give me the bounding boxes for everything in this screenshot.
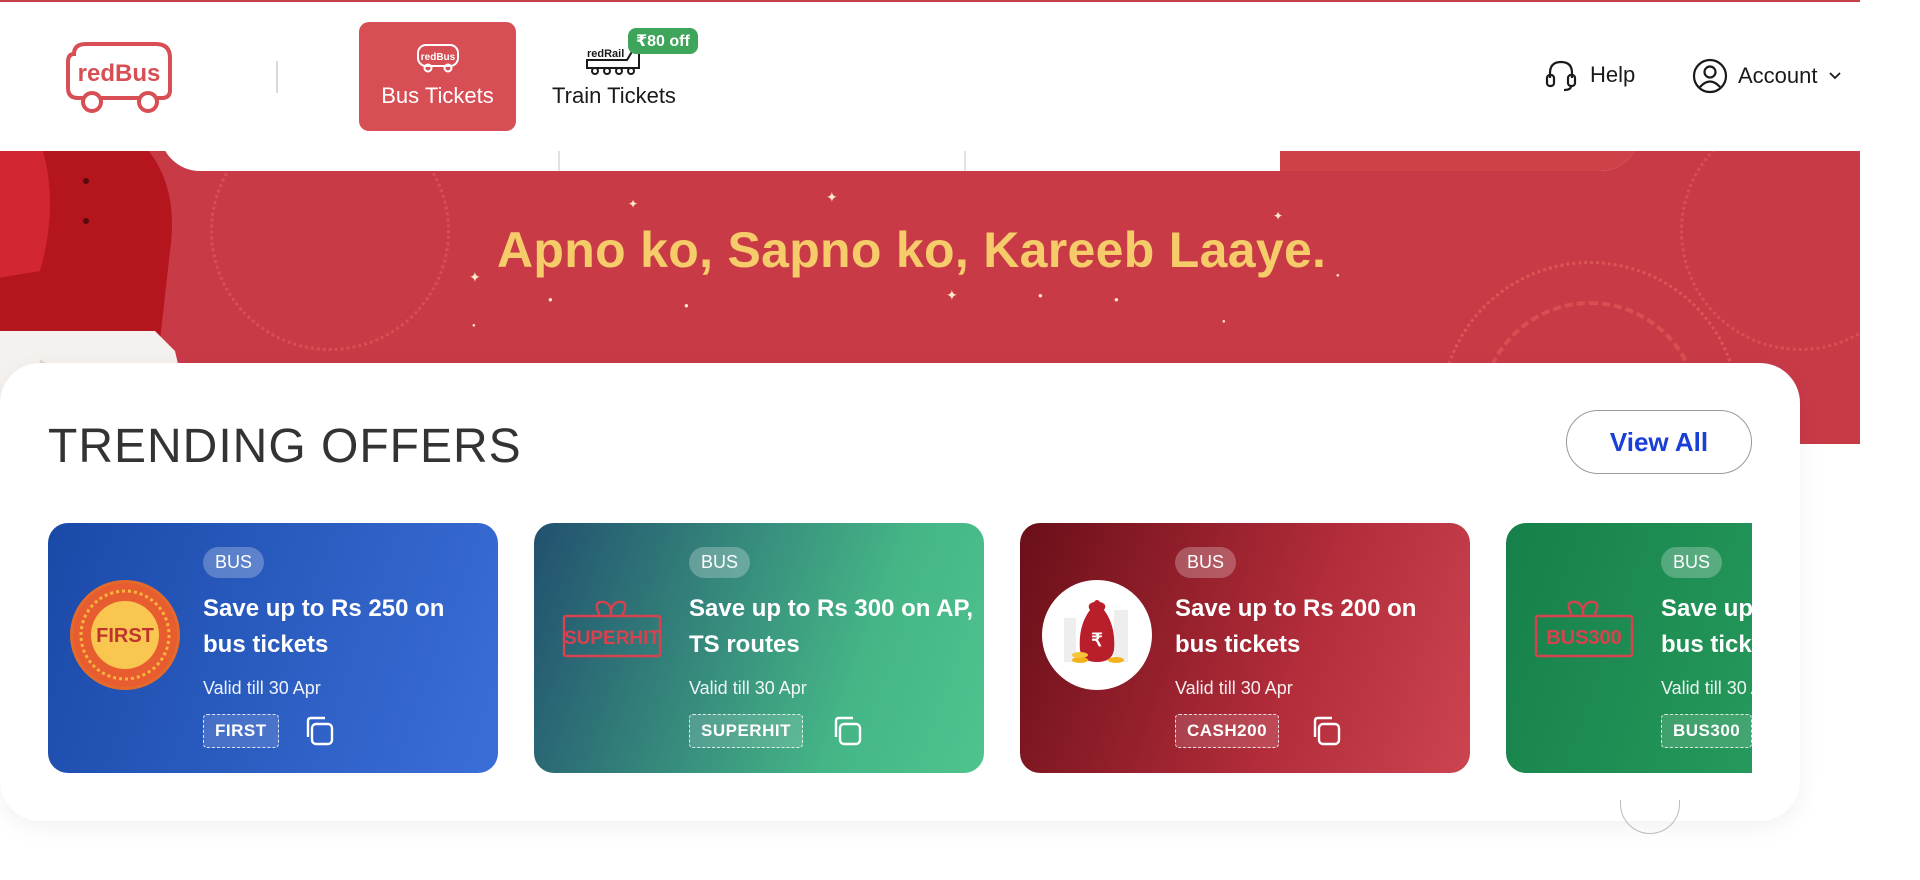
- bus-icon: redBus: [414, 42, 462, 80]
- svg-text:redRail: redRail: [587, 48, 624, 60]
- offer-title: Save up to Rs 250 on bus tickets: [203, 595, 445, 658]
- offer-title: Save up to Rs 300 on bus tickets: [1661, 595, 1752, 658]
- offer-code[interactable]: CASH200: [1175, 714, 1280, 748]
- search-button[interactable]: [1280, 151, 1640, 171]
- sparkle-icon: ●: [1336, 273, 1340, 279]
- bus300-offer-logo: BUS300: [1528, 580, 1638, 690]
- headset-icon: [1545, 60, 1577, 92]
- search-segment-date[interactable]: [966, 151, 1280, 171]
- offer-card[interactable]: BUS300 BUS Save up to Rs 300 on bus tick…: [1506, 523, 1752, 773]
- offer-card[interactable]: SUPERHIT BUS Save up to Rs 300 on AP, TS…: [534, 523, 984, 773]
- help-link[interactable]: Help: [1544, 58, 1635, 92]
- sparkle-icon: ✦: [1273, 209, 1284, 223]
- copy-icon[interactable]: [301, 713, 337, 749]
- svg-text:₹: ₹: [1091, 630, 1103, 650]
- sparkle-icon: ●: [472, 323, 476, 329]
- decorative-mandala: [210, 151, 450, 351]
- header: redBus redBus Bus Tickets redRail Train …: [0, 2, 1920, 151]
- trending-offers-section: TRENDING OFFERS View All FIRST BUS Save …: [0, 363, 1800, 821]
- view-all-button[interactable]: View All: [1566, 410, 1752, 474]
- chevron-down-icon: [1828, 72, 1841, 80]
- superhit-offer-logo: SUPERHIT: [556, 580, 666, 690]
- offer-code[interactable]: SUPERHIT: [689, 714, 803, 748]
- offer-validity: Valid till 30 Apr: [689, 678, 807, 698]
- hero-tagline: Apno ko, Sapno ko, Kareeb Laaye.: [497, 222, 1327, 278]
- sparkle-icon: ✦: [469, 269, 481, 285]
- sparkle-icon: ●: [1038, 291, 1043, 300]
- svg-text:FIRST: FIRST: [96, 625, 154, 647]
- copy-icon[interactable]: [1308, 713, 1344, 749]
- user-icon: [1692, 58, 1728, 94]
- offer-title: Save up to Rs 200 on bus tickets: [1175, 595, 1417, 658]
- tab-bus-tickets[interactable]: redBus Bus Tickets: [359, 22, 516, 131]
- sparkle-icon: ✦: [826, 189, 838, 205]
- account-label: Account: [1738, 63, 1818, 88]
- tab-bus-tickets-label: Bus Tickets: [381, 83, 494, 108]
- offer-category-badge: BUS: [689, 547, 751, 578]
- copy-icon[interactable]: [829, 713, 865, 749]
- offer-card[interactable]: ₹ BUS Save up to Rs 200 on bus tickets V…: [1020, 523, 1470, 773]
- offer-category-badge: BUS: [1661, 547, 1723, 578]
- offer-card[interactable]: FIRST BUS Save up to Rs 250 on bus ticke…: [48, 523, 498, 773]
- search-widget-edge: [160, 151, 1640, 171]
- cash-offer-logo: ₹: [1042, 580, 1152, 690]
- sparkle-icon: ●: [684, 301, 689, 310]
- carousel-nav-button[interactable]: [1620, 800, 1680, 834]
- first-offer-logo: FIRST: [70, 580, 180, 690]
- offer-validity: Valid till 30 Apr: [1175, 678, 1293, 698]
- offer-category-badge: BUS: [203, 547, 265, 578]
- tab-train-tickets-label: Train Tickets: [552, 83, 676, 108]
- header-divider: [276, 61, 278, 93]
- offer-title: Save up to Rs 300 on AP, TS routes: [689, 595, 974, 658]
- section-title: TRENDING OFFERS: [48, 420, 522, 473]
- sparkle-icon: ✦: [946, 287, 958, 303]
- search-segment-to[interactable]: [560, 151, 966, 171]
- sparkle-icon: ●: [548, 295, 553, 304]
- svg-text:SUPERHIT: SUPERHIT: [564, 628, 660, 649]
- sparkle-icon: ●: [1114, 295, 1119, 304]
- offer-validity: Valid till 30 Apr: [203, 678, 321, 698]
- sparkle-icon: ●: [1222, 319, 1226, 325]
- svg-text:redBus: redBus: [78, 60, 161, 87]
- account-menu[interactable]: Account: [1692, 58, 1842, 94]
- offer-code[interactable]: BUS300: [1661, 714, 1752, 748]
- offer-category-badge: BUS: [1175, 547, 1237, 578]
- help-label: Help: [1590, 62, 1636, 87]
- sparkle-icon: ✦: [628, 197, 639, 211]
- redbus-logo[interactable]: redBus: [64, 40, 174, 114]
- offer-validity: Valid till 30 Apr: [1661, 678, 1752, 698]
- search-segment-from[interactable]: [160, 151, 560, 171]
- redbus-logo-icon: redBus: [66, 42, 172, 113]
- svg-text:BUS300: BUS300: [1546, 627, 1622, 649]
- svg-text:redBus: redBus: [420, 52, 455, 63]
- offers-carousel[interactable]: FIRST BUS Save up to Rs 250 on bus ticke…: [48, 523, 1752, 775]
- offer-code[interactable]: FIRST: [203, 714, 279, 748]
- train-offer-badge: ₹80 off: [628, 28, 698, 54]
